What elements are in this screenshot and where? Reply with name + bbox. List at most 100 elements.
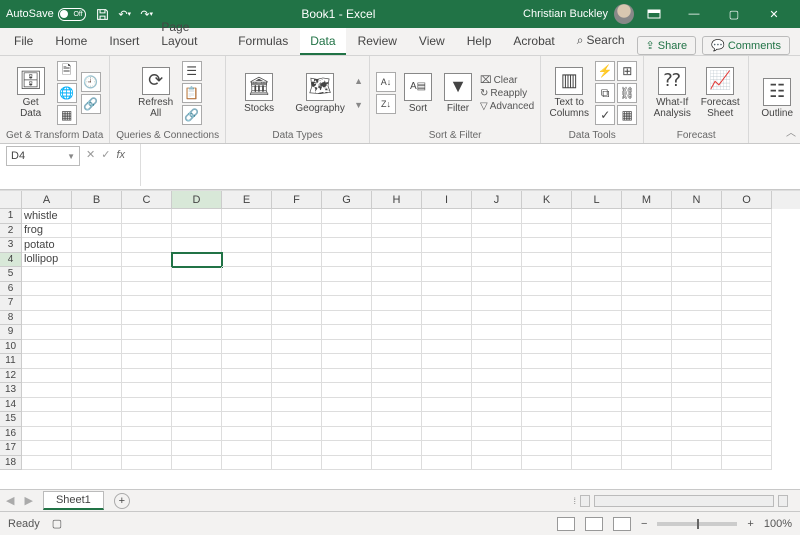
cell-G6[interactable] xyxy=(322,282,372,297)
cell-A16[interactable] xyxy=(22,427,72,442)
tab-insert[interactable]: Insert xyxy=(99,28,149,55)
cell-F3[interactable] xyxy=(272,238,322,253)
cell-H10[interactable] xyxy=(372,340,422,355)
row-header-10[interactable]: 10 xyxy=(0,340,22,355)
cell-J17[interactable] xyxy=(472,441,522,456)
cell-K3[interactable] xyxy=(522,238,572,253)
row-header-7[interactable]: 7 xyxy=(0,296,22,311)
cell-O3[interactable] xyxy=(722,238,772,253)
cell-H13[interactable] xyxy=(372,383,422,398)
data-validation-icon[interactable]: ✓ xyxy=(595,105,615,125)
forecast-sheet-button[interactable]: 📈 Forecast Sheet xyxy=(698,60,742,126)
share-button[interactable]: ⇪Share xyxy=(637,36,697,55)
cell-M11[interactable] xyxy=(622,354,672,369)
existing-conn-icon[interactable]: 🔗 xyxy=(81,94,101,114)
add-sheet-button[interactable]: + xyxy=(114,493,130,509)
cell-G16[interactable] xyxy=(322,427,372,442)
cell-H2[interactable] xyxy=(372,224,422,239)
cell-E7[interactable] xyxy=(222,296,272,311)
tab-page-layout[interactable]: Page Layout xyxy=(151,14,226,55)
cell-N3[interactable] xyxy=(672,238,722,253)
geography-button[interactable]: 🗺 Geography xyxy=(290,60,350,126)
cell-F7[interactable] xyxy=(272,296,322,311)
cell-D10[interactable] xyxy=(172,340,222,355)
cell-J5[interactable] xyxy=(472,267,522,282)
row-header-14[interactable]: 14 xyxy=(0,398,22,413)
cell-H5[interactable] xyxy=(372,267,422,282)
cell-F9[interactable] xyxy=(272,325,322,340)
cell-M8[interactable] xyxy=(622,311,672,326)
cell-G11[interactable] xyxy=(322,354,372,369)
clear-button[interactable]: ⌧Clear xyxy=(480,75,534,86)
cell-O16[interactable] xyxy=(722,427,772,442)
cell-H4[interactable] xyxy=(372,253,422,268)
advanced-button[interactable]: ▽Advanced xyxy=(480,101,534,112)
zoom-out-icon[interactable]: − xyxy=(641,518,647,530)
text-to-columns-button[interactable]: ▥ Text to Columns xyxy=(547,60,591,126)
cell-M14[interactable] xyxy=(622,398,672,413)
what-if-button[interactable]: ⁇ What-If Analysis xyxy=(650,60,694,126)
cell-L13[interactable] xyxy=(572,383,622,398)
row-header-9[interactable]: 9 xyxy=(0,325,22,340)
cell-E9[interactable] xyxy=(222,325,272,340)
cell-L14[interactable] xyxy=(572,398,622,413)
cell-E12[interactable] xyxy=(222,369,272,384)
cell-G10[interactable] xyxy=(322,340,372,355)
cell-E8[interactable] xyxy=(222,311,272,326)
col-header-A[interactable]: A xyxy=(22,191,72,209)
flash-fill-icon[interactable]: ⚡ xyxy=(595,61,615,81)
cell-H1[interactable] xyxy=(372,209,422,224)
cell-O14[interactable] xyxy=(722,398,772,413)
row-header-12[interactable]: 12 xyxy=(0,369,22,384)
cell-F15[interactable] xyxy=(272,412,322,427)
from-table-icon[interactable]: ▦ xyxy=(57,105,77,125)
cell-L15[interactable] xyxy=(572,412,622,427)
cell-I2[interactable] xyxy=(422,224,472,239)
cell-O2[interactable] xyxy=(722,224,772,239)
cell-K9[interactable] xyxy=(522,325,572,340)
col-header-M[interactable]: M xyxy=(622,191,672,209)
cell-I15[interactable] xyxy=(422,412,472,427)
cell-H14[interactable] xyxy=(372,398,422,413)
cell-N15[interactable] xyxy=(672,412,722,427)
relationships-icon[interactable]: ⛓ xyxy=(617,83,637,103)
cell-J15[interactable] xyxy=(472,412,522,427)
cell-F16[interactable] xyxy=(272,427,322,442)
cell-C17[interactable] xyxy=(122,441,172,456)
cell-C7[interactable] xyxy=(122,296,172,311)
formula-input[interactable] xyxy=(140,144,800,186)
cell-J16[interactable] xyxy=(472,427,522,442)
cell-D3[interactable] xyxy=(172,238,222,253)
cell-N18[interactable] xyxy=(672,456,722,471)
cell-K15[interactable] xyxy=(522,412,572,427)
hscroll-track[interactable] xyxy=(594,495,774,507)
cell-L17[interactable] xyxy=(572,441,622,456)
reapply-button[interactable]: ↻Reapply xyxy=(480,88,534,99)
cell-M1[interactable] xyxy=(622,209,672,224)
cell-I17[interactable] xyxy=(422,441,472,456)
cell-O6[interactable] xyxy=(722,282,772,297)
col-header-D[interactable]: D xyxy=(172,191,222,209)
cell-J2[interactable] xyxy=(472,224,522,239)
cell-J10[interactable] xyxy=(472,340,522,355)
cell-H7[interactable] xyxy=(372,296,422,311)
cell-O12[interactable] xyxy=(722,369,772,384)
undo-icon[interactable]: ↶▾ xyxy=(118,7,132,21)
cell-C3[interactable] xyxy=(122,238,172,253)
cell-C6[interactable] xyxy=(122,282,172,297)
cell-N2[interactable] xyxy=(672,224,722,239)
cell-C8[interactable] xyxy=(122,311,172,326)
cell-J1[interactable] xyxy=(472,209,522,224)
cell-L6[interactable] xyxy=(572,282,622,297)
cell-B16[interactable] xyxy=(72,427,122,442)
cell-K12[interactable] xyxy=(522,369,572,384)
cell-O17[interactable] xyxy=(722,441,772,456)
name-box[interactable]: D4▼ xyxy=(6,146,80,166)
cell-C5[interactable] xyxy=(122,267,172,282)
cell-I5[interactable] xyxy=(422,267,472,282)
cell-D4[interactable] xyxy=(172,253,222,268)
cell-H16[interactable] xyxy=(372,427,422,442)
cell-K10[interactable] xyxy=(522,340,572,355)
cell-G8[interactable] xyxy=(322,311,372,326)
cell-J8[interactable] xyxy=(472,311,522,326)
